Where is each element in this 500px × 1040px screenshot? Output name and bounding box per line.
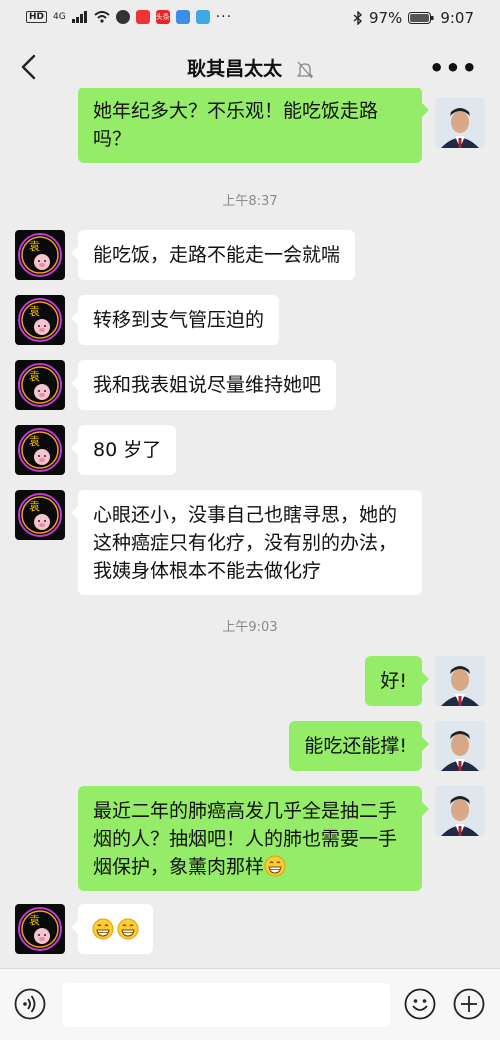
message-text: 她年纪多大？不乐观！能吃饭走路吗？ <box>93 100 379 150</box>
wifi-icon <box>94 11 110 23</box>
message-list: 她年纪多大？不乐观！能吃饭走路吗？ 上午8:37 袁 能吃饭，走路不能走一会就喘… <box>0 88 500 968</box>
message-text: 转移到支气管压迫的 <box>93 309 265 331</box>
app-icon-4 <box>175 10 190 24</box>
app-icon-2 <box>135 10 150 24</box>
avatar-self[interactable] <box>435 98 485 148</box>
chat-title: 耿其昌太太 <box>187 58 283 80</box>
svg-text:袁: 袁 <box>29 370 40 383</box>
toutiao-icon: 头条 <box>155 10 170 24</box>
timestamp: 上午8:37 <box>222 194 278 209</box>
message-bubble-sent[interactable]: 她年纪多大？不乐观！能吃饭走路吗？ <box>78 88 429 163</box>
status-right: 97% 9:07 <box>353 9 474 27</box>
message-bubble-received[interactable]: 80 岁了 <box>70 425 177 475</box>
timestamp: 上午9:03 <box>222 620 278 635</box>
grin-emoji-icon <box>92 918 114 940</box>
avatar-self[interactable] <box>435 656 485 706</box>
avatar-contact[interactable]: 袁 <box>15 295 65 345</box>
grin-emoji-icon <box>264 855 286 877</box>
grin-emoji-icon <box>117 918 139 940</box>
avatar-self[interactable] <box>435 786 485 836</box>
avatar-contact[interactable]: 袁 <box>15 904 65 954</box>
signal-icon <box>71 11 87 23</box>
clock: 9:07 <box>440 9 474 27</box>
message-bubble-received[interactable]: 心眼还小，没事自己也瞎寻思，她的这种癌症只有化疗，没有别的办法，我姨身体根本不能… <box>71 490 422 595</box>
message-bubble-sent[interactable]: 好! <box>365 656 429 706</box>
svg-text:袁: 袁 <box>29 914 40 927</box>
svg-text:袁: 袁 <box>29 240 40 253</box>
add-icon[interactable] <box>453 988 485 1020</box>
svg-text:袁: 袁 <box>29 305 40 318</box>
message-text: 最近二年的肺癌高发几乎全是抽二手烟的人？抽烟吧！人的肺也需要一手烟保护，象薰肉那… <box>93 800 398 878</box>
message-bubble-sent[interactable]: 最近二年的肺癌高发几乎全是抽二手烟的人？抽烟吧！人的肺也需要一手烟保护，象薰肉那… <box>78 786 429 891</box>
message-bubble-received[interactable]: 能吃饭，走路不能走一会就喘 <box>70 230 356 280</box>
chat-title-wrap: 耿其昌太太 <box>0 54 500 81</box>
avatar-contact[interactable]: 袁 <box>15 230 65 280</box>
message-text: 心眼还小，没事自己也瞎寻思，她的这种癌症只有化疗，没有别的办法，我姨身体根本不能… <box>93 504 398 582</box>
battery-icon <box>408 12 434 24</box>
battery-percent: 97% <box>368 9 403 27</box>
network-type: 4G <box>53 12 66 22</box>
avatar-contact[interactable]: 袁 <box>15 425 65 475</box>
mute-bell-icon <box>296 61 313 78</box>
emoji-icon[interactable] <box>404 988 436 1020</box>
avatar-contact[interactable]: 袁 <box>15 490 65 540</box>
message-bubble-received[interactable]: 转移到支气管压迫的 <box>70 295 280 345</box>
message-input[interactable] <box>62 983 390 1027</box>
message-text: 好! <box>380 670 407 692</box>
voice-icon[interactable] <box>14 988 46 1020</box>
message-bubble-received[interactable]: 我和我表姐说尽量维持她吧 <box>70 360 337 410</box>
status-left: HD 4G 头条 ··· <box>26 9 232 25</box>
app-icon-1 <box>115 10 130 24</box>
message-bubble-sent[interactable]: 能吃还能撑! <box>289 721 429 771</box>
more-icon[interactable]: ••• <box>429 54 478 82</box>
message-bubble-received[interactable] <box>71 904 153 954</box>
avatar-self[interactable] <box>435 721 485 771</box>
status-bar: HD 4G 头条 ··· 97% 9:07 <box>0 0 500 36</box>
svg-text:袁: 袁 <box>29 500 40 513</box>
message-text: 能吃还能撑! <box>304 735 407 757</box>
message-text: 能吃饭，走路不能走一会就喘 <box>93 244 341 266</box>
bluetooth-icon <box>353 11 362 25</box>
svg-text:袁: 袁 <box>29 435 40 448</box>
app-icon-5 <box>195 10 210 24</box>
message-text: 80 岁了 <box>93 439 162 461</box>
more-notifications-icon: ··· <box>215 9 233 25</box>
hd-icon: HD <box>26 11 48 23</box>
avatar-contact[interactable]: 袁 <box>15 360 65 410</box>
input-bar <box>0 968 500 1040</box>
message-text: 我和我表姐说尽量维持她吧 <box>93 374 322 396</box>
